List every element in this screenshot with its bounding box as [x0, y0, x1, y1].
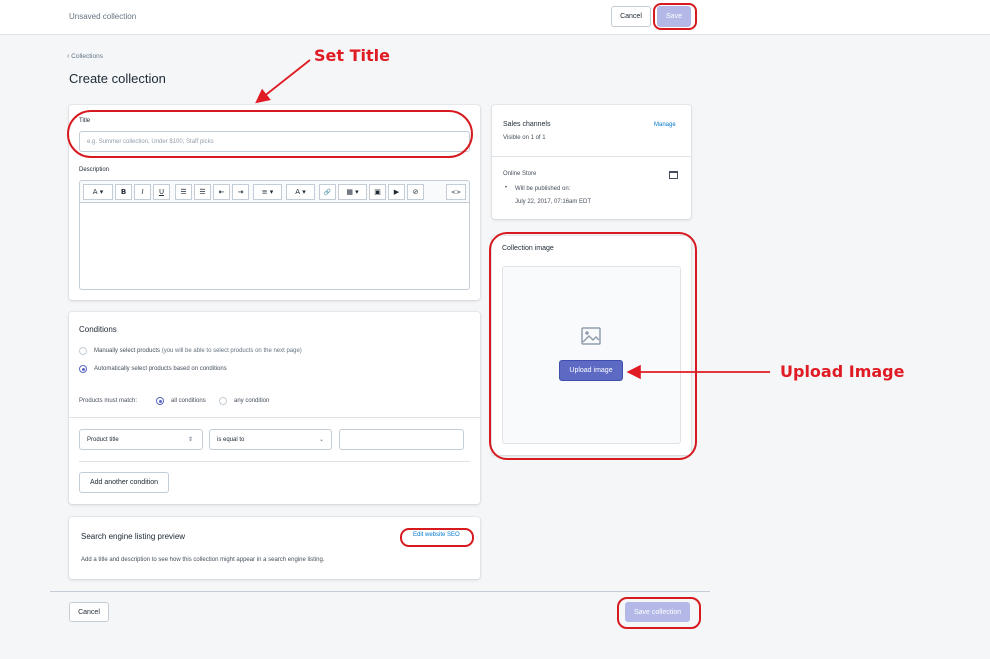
set-title-arrow [255, 59, 311, 104]
annotation-arrows [255, 59, 770, 380]
